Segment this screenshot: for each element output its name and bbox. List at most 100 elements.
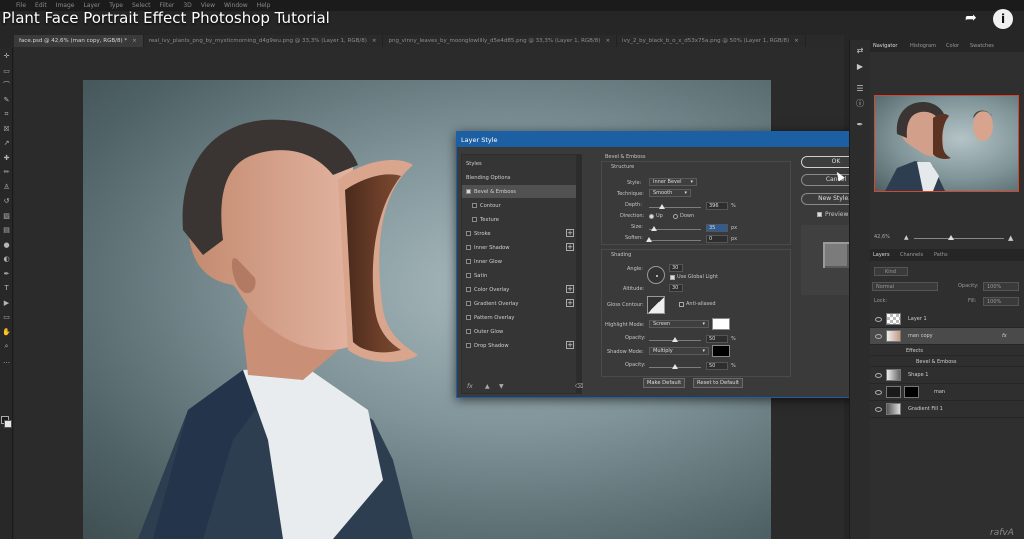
fill-input[interactable]: 100% (983, 297, 1019, 306)
frame-icon[interactable]: ☒ (2, 125, 11, 133)
document-tab[interactable]: ivy_2_by_black_b_o_x_d53x75a.png @ 50% (… (617, 35, 806, 47)
size-slider-knob[interactable] (651, 226, 658, 231)
style-item[interactable]: Gradient Overlay + (462, 297, 576, 310)
style-item[interactable]: Drop Shadow + (462, 339, 576, 352)
panel-tab-swatches[interactable]: Swatches (970, 43, 994, 49)
edit-toolbar-icon[interactable]: … (2, 357, 11, 365)
document-tab[interactable]: face.psd @ 42,6% (man copy, RGB/8) * × (14, 35, 144, 47)
navigator-thumbnail[interactable] (874, 95, 1019, 192)
style-checkbox[interactable] (466, 245, 471, 250)
panel-tab-layers[interactable]: Layers (873, 252, 890, 258)
shadow-color-swatch[interactable] (712, 345, 730, 357)
history-icon[interactable]: ⇄ (855, 46, 865, 56)
menu-item-edit[interactable]: Edit (35, 2, 47, 9)
path-select-icon[interactable]: ▶ (2, 299, 11, 307)
add-icon[interactable]: + (566, 229, 574, 237)
add-icon[interactable]: + (566, 243, 574, 251)
type-icon[interactable]: T (2, 284, 11, 292)
highlight-mode-dropdown[interactable]: Screen ▾ (649, 320, 709, 328)
style-item[interactable]: Inner Glow (462, 255, 576, 268)
blur-icon[interactable]: ● (2, 241, 11, 249)
healing-icon[interactable]: ✚ (2, 154, 11, 162)
actions-play-icon[interactable]: ▶ (855, 62, 865, 72)
pen-icon[interactable]: ✒ (2, 270, 11, 278)
technique-dropdown[interactable]: Smooth ▾ (649, 189, 691, 197)
zoom-icon[interactable]: ⌕ (2, 342, 11, 350)
style-item[interactable]: Inner Shadow + (462, 241, 576, 254)
highlight-opacity-knob[interactable] (672, 337, 678, 342)
anti-aliased-checkbox[interactable] (679, 302, 684, 307)
soften-slider[interactable] (649, 240, 701, 241)
layer-row[interactable]: Layer 1 (870, 311, 1024, 328)
lasso-icon[interactable]: ⌒ (2, 81, 11, 89)
layer-row[interactable]: Shape 1 (870, 367, 1024, 384)
style-item[interactable]: Blending Options (462, 171, 576, 184)
hand-icon[interactable]: ✋ (2, 328, 11, 336)
styles-scrollbar[interactable] (577, 154, 582, 394)
close-icon[interactable]: × (794, 38, 799, 44)
depth-slider[interactable] (649, 207, 701, 208)
layer-filter[interactable]: Kind (874, 267, 908, 276)
menu-item-image[interactable]: Image (56, 2, 75, 9)
style-checkbox[interactable] (466, 273, 471, 278)
menu-item-view[interactable]: View (201, 2, 215, 9)
altitude-input[interactable]: 30 (669, 284, 683, 292)
add-icon[interactable]: + (566, 341, 574, 349)
reset-default-button[interactable]: Reset to Default (693, 378, 743, 388)
shadow-opacity-input[interactable]: 50 (706, 362, 728, 370)
preview-checkbox[interactable] (817, 212, 822, 217)
zoom-slider[interactable] (914, 238, 1004, 239)
brush-icon[interactable]: ✒ (855, 120, 865, 130)
layer-effect-row[interactable]: Effects (870, 345, 1024, 356)
info-icon[interactable]: i (993, 9, 1013, 29)
shape-icon[interactable]: ▭ (2, 313, 11, 321)
zoom-slider-knob[interactable] (948, 235, 954, 240)
eye-icon[interactable] (875, 390, 882, 395)
highlight-opacity-input[interactable]: 50 (706, 335, 728, 343)
size-input[interactable]: 35 (706, 224, 728, 232)
style-item[interactable]: Stroke + (462, 227, 576, 240)
add-icon[interactable]: + (566, 299, 574, 307)
soften-input[interactable]: 0 (706, 235, 728, 243)
quick-select-icon[interactable]: ✎ (2, 96, 11, 104)
direction-down-radio[interactable] (673, 214, 678, 219)
brush-tool-icon[interactable]: ✏ (2, 168, 11, 176)
angle-input[interactable]: 30 (669, 264, 683, 272)
layer-effect-row[interactable]: Bevel & Emboss (870, 356, 1024, 367)
highlight-color-swatch[interactable] (712, 318, 730, 330)
menu-item-file[interactable]: File (16, 2, 26, 9)
share-icon[interactable]: ➦ (965, 10, 983, 26)
move-down-icon[interactable]: ▼ (499, 383, 504, 390)
style-item[interactable]: Outer Glow (462, 325, 576, 338)
style-checkbox[interactable] (466, 343, 471, 348)
panel-tab-paths[interactable]: Paths (934, 252, 948, 258)
style-checkbox[interactable] (466, 231, 471, 236)
style-checkbox[interactable] (466, 259, 471, 264)
eyedropper-icon[interactable]: ↗ (2, 139, 11, 147)
document-tab[interactable]: real_ivy_plants_png_by_mysticmorning_d4g… (144, 35, 384, 47)
direction-up-radio[interactable] (649, 214, 654, 219)
style-checkbox[interactable] (466, 287, 471, 292)
move-icon[interactable]: ✛ (2, 52, 11, 60)
menu-item-3d[interactable]: 3D (183, 2, 191, 9)
style-checkbox[interactable] (466, 329, 471, 334)
zoom-in-icon[interactable]: ▲ (1008, 234, 1013, 242)
eraser-icon[interactable]: ▨ (2, 212, 11, 220)
eye-icon[interactable] (875, 334, 882, 339)
style-item[interactable]: Color Overlay + (462, 283, 576, 296)
move-up-icon[interactable]: ▲ (485, 383, 490, 390)
style-checkbox[interactable] (472, 217, 477, 222)
opacity-input[interactable]: 100% (983, 282, 1019, 291)
soften-slider-knob[interactable] (646, 237, 652, 242)
marquee-icon[interactable]: ▭ (2, 67, 11, 75)
style-item[interactable]: Contour (462, 199, 576, 212)
close-icon[interactable]: × (605, 38, 610, 44)
gradient-icon[interactable]: ▤ (2, 226, 11, 234)
eye-icon[interactable] (875, 373, 882, 378)
layer-row[interactable]: man (870, 384, 1024, 401)
style-item[interactable]: Satin (462, 269, 576, 282)
history-brush-icon[interactable]: ↺ (2, 197, 11, 205)
gloss-contour-swatch[interactable] (647, 296, 665, 314)
style-item[interactable]: Texture (462, 213, 576, 226)
menu-item-window[interactable]: Window (224, 2, 248, 9)
